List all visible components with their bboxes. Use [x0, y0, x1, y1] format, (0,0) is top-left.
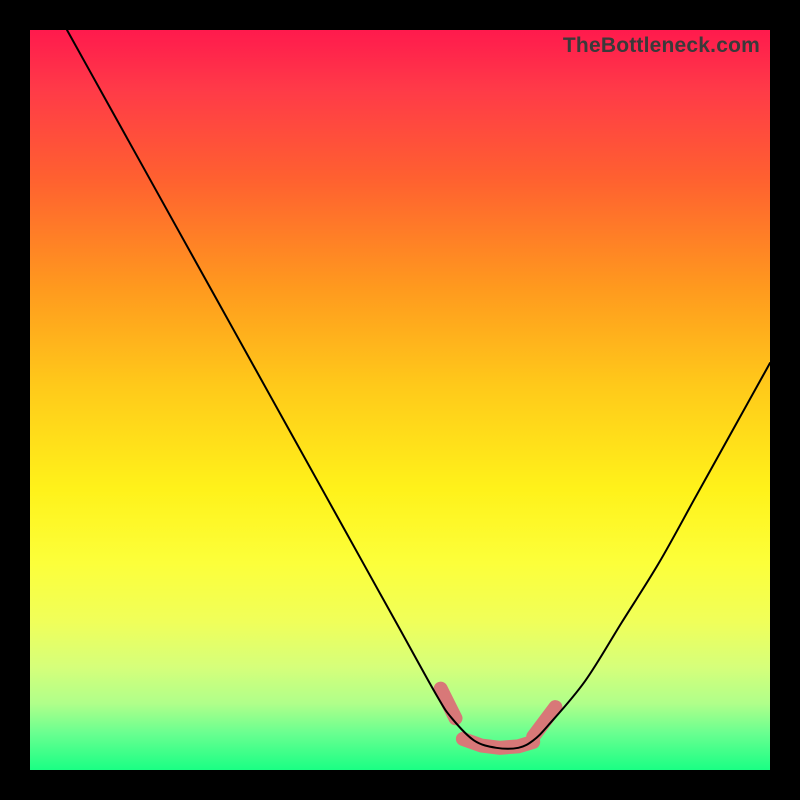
plot-svg	[30, 30, 770, 770]
bottleneck-curve	[67, 30, 770, 749]
gradient-plot-area: TheBottleneck.com	[30, 30, 770, 770]
